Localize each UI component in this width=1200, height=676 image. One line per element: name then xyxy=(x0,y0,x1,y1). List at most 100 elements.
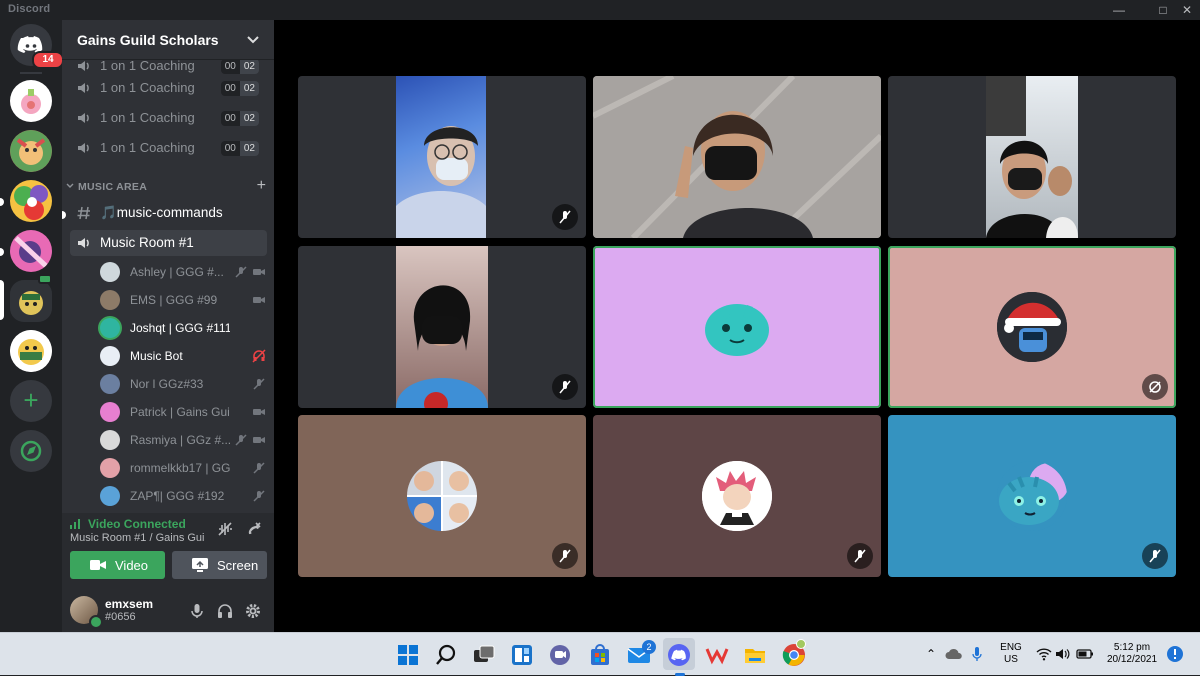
avatar xyxy=(100,430,120,450)
search-icon[interactable] xyxy=(434,643,458,667)
file-explorer-icon[interactable] xyxy=(743,643,767,667)
voice-channel-music-room[interactable]: Music Room #1 xyxy=(70,230,267,256)
date: 20/12/2021 xyxy=(1106,654,1158,665)
minimize-icon[interactable]: — xyxy=(1110,2,1128,18)
category-music-area[interactable]: MUSIC AREA + xyxy=(66,177,266,195)
hashtag-icon xyxy=(77,206,90,220)
channel-list[interactable]: 1 on 1 Coaching 00 02 1 on 1 Coaching 00 0… xyxy=(62,60,274,513)
mail-badge: 2 xyxy=(642,640,656,654)
settings-gear-icon[interactable] xyxy=(244,602,262,620)
screen-share-button[interactable]: Screen xyxy=(172,551,267,579)
taskbar: 2 ⌃ ENG US 5:12 pm 20/12/2021 xyxy=(0,632,1200,676)
voice-member[interactable]: Joshqt | GGG #111 xyxy=(100,316,266,340)
mic-muted-icon xyxy=(235,266,247,278)
task-view-icon[interactable] xyxy=(472,643,496,667)
volume-icon[interactable] xyxy=(1055,647,1071,661)
member-name: EMS | GGG #99 xyxy=(130,293,218,307)
video-tile-avatar[interactable] xyxy=(298,415,586,577)
video-tile-avatar[interactable] xyxy=(593,415,881,577)
microphone-icon[interactable] xyxy=(971,646,983,662)
voice-member[interactable]: ZAP¶| GGG #192 xyxy=(100,484,266,508)
voice-member[interactable]: Rasmiya | GGz #... xyxy=(100,428,266,452)
add-server-button[interactable]: + xyxy=(10,380,52,422)
axie-icon xyxy=(10,130,52,172)
headphones-icon[interactable] xyxy=(216,602,234,620)
notification-icon[interactable] xyxy=(1166,645,1184,663)
user-limit: 00 02 xyxy=(220,81,259,96)
participant-avatar xyxy=(997,461,1067,531)
member-name: Rasmiya | GGz #... xyxy=(130,433,230,447)
deafened-icon xyxy=(252,349,266,363)
video-tile-avatar[interactable] xyxy=(593,246,881,408)
person-silhouette xyxy=(396,126,486,238)
voice-channel[interactable]: 1 on 1 Coaching 00 02 xyxy=(70,75,267,101)
speaker-icon xyxy=(78,61,89,71)
voice-member[interactable]: EMS | GGG #99 xyxy=(100,288,266,312)
avatar xyxy=(100,262,120,282)
mic-muted-icon xyxy=(253,378,265,390)
teams-chat-icon[interactable] xyxy=(548,643,572,667)
video-button[interactable]: Video xyxy=(70,551,165,579)
windows-start-icon[interactable] xyxy=(396,643,420,667)
server-icon-pink[interactable] xyxy=(10,230,52,272)
close-icon[interactable]: ✕ xyxy=(1178,2,1196,18)
voice-member[interactable]: Ashley | GGG #... xyxy=(100,260,266,284)
video-grid xyxy=(274,20,1200,632)
connection-location[interactable]: Music Room #1 / Gains Gui... xyxy=(70,532,205,544)
avatar xyxy=(100,290,120,310)
title-bar: Discord — □ ✕ xyxy=(0,0,1200,20)
guild-header[interactable]: Gains Guild Scholars xyxy=(62,20,274,60)
video-tile-camera[interactable] xyxy=(593,76,881,238)
chevron-down-icon xyxy=(247,36,259,44)
voice-channel[interactable]: 1 on 1 Coaching 00 02 xyxy=(70,105,267,131)
store-icon[interactable] xyxy=(588,643,612,667)
user-limit: 00 02 xyxy=(220,111,259,126)
noise-suppression-icon[interactable] xyxy=(216,520,234,538)
username[interactable]: emxsem xyxy=(105,597,153,611)
gains-scholars-icon xyxy=(10,330,52,372)
online-status-icon xyxy=(89,615,103,629)
microphone-icon[interactable] xyxy=(188,602,206,620)
wifi-icon[interactable] xyxy=(1036,647,1052,661)
voice-member[interactable]: Music Bot xyxy=(100,344,266,368)
video-tile-avatar[interactable] xyxy=(888,246,1176,408)
channel-sidebar: Gains Guild Scholars 1 on 1 Coaching 00 0… xyxy=(62,20,274,632)
video-tile-camera[interactable] xyxy=(298,246,586,408)
wps-office-icon[interactable] xyxy=(705,643,729,667)
video-tile-camera[interactable] xyxy=(888,76,1176,238)
onedrive-icon[interactable] xyxy=(945,648,963,660)
member-name: rommelkkb17 | GG... xyxy=(130,461,230,475)
channel-label: 🎵music-commands xyxy=(100,205,223,220)
mic-muted-icon xyxy=(847,543,873,569)
speaker-icon xyxy=(78,113,89,123)
selected-indicator xyxy=(0,280,4,320)
add-channel-icon[interactable]: + xyxy=(257,177,266,195)
voice-member[interactable]: Nor l GGz#33 xyxy=(100,372,266,396)
clock[interactable]: 5:12 pm 20/12/2021 xyxy=(1104,642,1160,666)
voice-channel[interactable]: 1 on 1 Coaching 00 02 xyxy=(70,135,267,161)
voice-member[interactable]: rommelkkb17 | GG... xyxy=(100,456,266,480)
gains-guild-icon xyxy=(10,280,52,322)
widgets-icon[interactable] xyxy=(510,643,534,667)
video-tile-camera[interactable] xyxy=(298,76,586,238)
text-channel-music-commands[interactable]: 🎵music-commands xyxy=(70,200,267,226)
voice-member[interactable]: Patrick | Gains Guild xyxy=(100,400,266,424)
chevron-up-icon[interactable]: ⌃ xyxy=(926,648,936,660)
battery-icon[interactable] xyxy=(1076,647,1094,661)
language-indicator[interactable]: ENG US xyxy=(998,642,1024,666)
server-icon-axie[interactable] xyxy=(10,130,52,172)
server-icon-gains-scholars[interactable] xyxy=(10,330,52,372)
maximize-icon[interactable]: □ xyxy=(1154,2,1172,18)
disconnect-icon[interactable] xyxy=(244,520,262,538)
server-icon-gains-guild[interactable] xyxy=(10,280,52,322)
avatar xyxy=(100,346,120,366)
discord-taskbar-icon[interactable] xyxy=(667,643,691,667)
server-icon-potion[interactable] xyxy=(10,80,52,122)
camera-feed xyxy=(593,76,881,238)
server-icon-colorful[interactable] xyxy=(10,180,52,222)
speaker-icon xyxy=(78,143,89,153)
video-tile-avatar[interactable] xyxy=(888,415,1176,577)
explore-button[interactable] xyxy=(10,430,52,472)
server-rail: 14 + xyxy=(0,20,64,632)
connection-status[interactable]: Video Connected xyxy=(88,517,186,531)
